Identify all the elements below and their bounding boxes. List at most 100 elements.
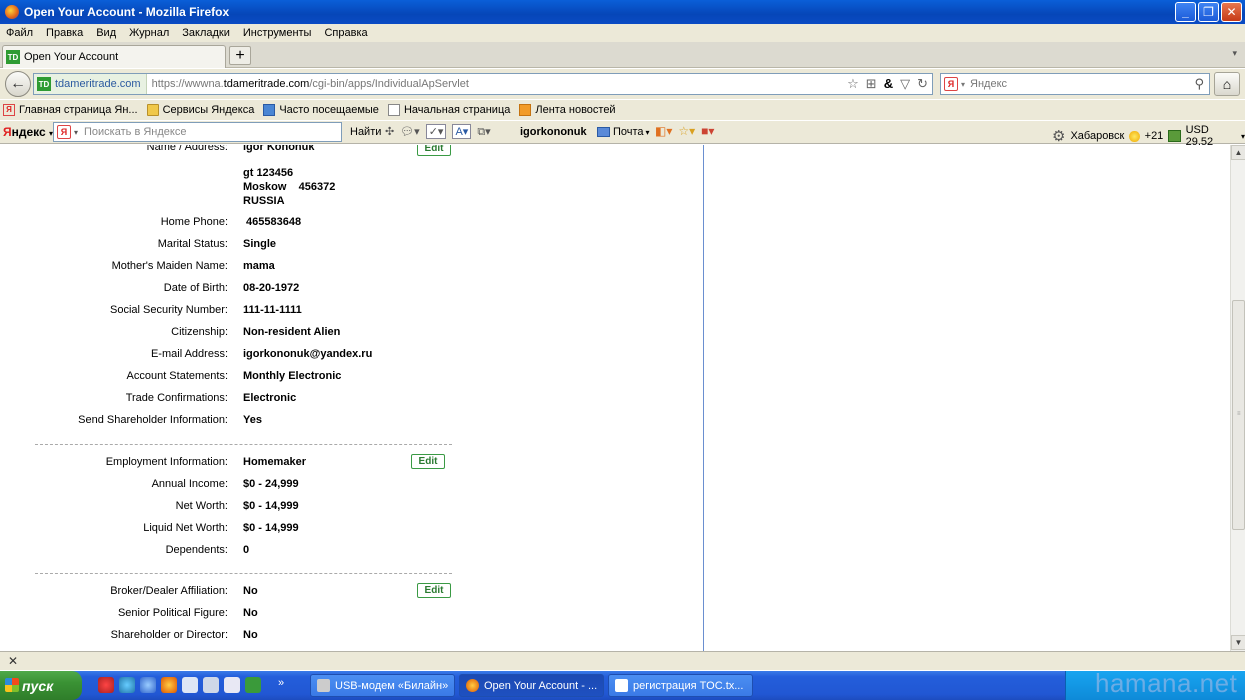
sun-icon [1129,130,1140,142]
search-input[interactable]: Я ▾ Яндекс ⚲ [940,73,1210,95]
form-row: Shareholder or Director: No [110,629,258,641]
tab-label: Open Your Account [24,51,119,63]
puzzle-icon[interactable]: ⧉▾ [477,125,490,139]
find-bar: ✕ [0,651,1245,670]
search-placeholder: Яндекс [970,78,1008,90]
page-content: Name / Address: igor Kononuk Edit gt 1234… [0,145,1230,651]
start-button[interactable]: пуск [0,671,82,700]
task-button[interactable]: Open Your Account - ... [459,674,604,697]
bookmark-item[interactable]: Начальная страница [387,104,510,116]
firefox-icon [466,679,479,692]
form-row: Home Phone: 465583648 [160,216,302,228]
arrows-icon[interactable]: ✣ [385,125,394,138]
dropdown-icon[interactable]: ▽ [900,76,910,92]
edit-personal-button[interactable]: Edit [417,145,451,156]
dropdown-icon[interactable]: ▾ [74,128,78,137]
form-row: Senior Political Figure: No [117,607,258,619]
translate-icon[interactable]: ⊞ [866,76,877,92]
bookmark-item[interactable]: Часто посещаемые [263,104,379,116]
search-engine-dropdown-icon[interactable]: ▾ [961,80,965,89]
yandex-find-button[interactable]: Найти [350,126,381,138]
close-button[interactable]: ✕ [1221,2,1242,22]
scroll-up-icon[interactable]: ▲ [1231,145,1245,160]
bookmark-item[interactable]: Сервисы Яндекса [146,104,254,116]
translate-icon[interactable]: A▾ [452,124,472,139]
back-button[interactable]: ← [5,71,31,97]
new-tab-button[interactable]: + [229,46,251,65]
menu-history[interactable]: Журнал [129,27,169,39]
comment-icon[interactable]: 💬︎▾ [400,125,420,138]
windows-taskbar: пуск » USB-модем «Билайн» Open Your Acco… [0,671,1245,700]
search-icon[interactable]: ⚲ [1194,76,1204,92]
section-divider [35,573,452,574]
rss-icon [519,104,532,116]
yandex-search-input[interactable]: Я ▾ Поискать в Яндексе [53,122,342,142]
save-icon[interactable] [224,677,240,693]
menu-edit[interactable]: Правка [46,27,83,39]
gear-icon[interactable]: ⚙ [1052,127,1065,145]
form-row: gt 123456 [243,167,294,179]
task-list: USB-модем «Билайн» Open Your Account - .… [310,674,753,697]
chevron-right-icon[interactable]: » [278,677,294,693]
td-logo-icon: TD [6,50,20,64]
form-row: RUSSIA [243,195,285,207]
bookmark-item[interactable]: Я Главная страница Ян... [3,104,138,116]
edit-affiliation-button[interactable]: Edit [417,583,451,598]
vertical-scrollbar[interactable]: ▲ ≡ ▼ [1230,145,1245,651]
form-row: Employment Information: Homemaker [105,456,306,468]
url-bar[interactable]: TD tdameritrade.com https://wwwna.tdamer… [33,73,933,95]
home-button[interactable]: ⌂ [1214,72,1240,96]
weather-temp[interactable]: +21 [1145,130,1164,142]
market-icon[interactable]: ■▾ [701,124,714,138]
yandex-icon: Я [3,104,15,116]
menu-bookmarks[interactable]: Закладки [182,27,230,39]
yandex-mail[interactable]: Почта ▾ [597,126,650,138]
skype-icon[interactable] [119,677,135,693]
form-row: Mother's Maiden Name: mama [111,260,275,272]
favorites-icon[interactable]: ☆▾ [678,124,695,138]
form-row: Send Shareholder Information: Yes [78,414,262,426]
site-identity[interactable]: TD tdameritrade.com [34,74,147,94]
bookmark-item[interactable]: Лента новостей [519,104,616,116]
spellcheck-icon[interactable]: ✓▾ [425,124,447,139]
form-row: Net Worth: $0 - 14,999 [175,500,299,512]
bookmarks-bar: Я Главная страница Ян... Сервисы Яндекса … [0,100,1245,120]
scroll-down-icon[interactable]: ▼ [1231,635,1245,650]
yandex-logo[interactable]: Яндекс ▾ [3,125,53,139]
page-icon [387,104,400,116]
task-button[interactable]: регистрация TOC.tx... [608,674,753,697]
tab-open-your-account[interactable]: TD Open Your Account [2,45,226,68]
section-divider [35,444,452,445]
menu-help[interactable]: Справка [324,27,367,39]
weather-city[interactable]: Хабаровск [1070,130,1124,142]
window-titlebar: Open Your Account - Mozilla Firefox _ ❐ … [0,0,1245,24]
tab-list-icon[interactable]: ▾ [1232,48,1237,59]
explorer-icon[interactable] [203,677,219,693]
menu-bar: Файл Правка Вид Журнал Закладки Инструме… [0,24,1245,42]
yandex-search-placeholder: Поискать в Яндексе [84,126,187,138]
desktop-icon[interactable] [182,677,198,693]
form-row: Dependents: 0 [165,544,250,556]
app-icon[interactable] [245,677,261,693]
firefox-icon[interactable] [161,677,177,693]
star-icon[interactable]: ☆ [847,76,859,92]
ampersand-icon[interactable]: & [884,76,893,92]
edit-employment-button[interactable]: Edit [411,454,445,469]
menu-file[interactable]: Файл [6,27,33,39]
firefox-icon [5,5,19,19]
disk-icon[interactable]: ◧▾ [655,124,672,138]
menu-view[interactable]: Вид [96,27,116,39]
menu-tools[interactable]: Инструменты [243,27,312,39]
form-row: Social Security Number: 111-11-1111 [110,304,302,316]
minimize-button[interactable]: _ [1175,2,1196,22]
form-row: Broker/Dealer Affiliation: No [110,585,258,597]
close-findbar-icon[interactable]: ✕ [8,654,18,668]
chrome-icon[interactable] [98,677,114,693]
scrollbar-thumb[interactable]: ≡ [1232,300,1245,530]
tab-bar: TD Open Your Account [0,42,1245,68]
restore-button[interactable]: ❐ [1198,2,1219,22]
reload-icon[interactable]: ↻ [917,76,928,92]
yandex-user[interactable]: igorkononuk [520,126,587,138]
task-button[interactable]: USB-модем «Билайн» [310,674,455,697]
ie-icon[interactable] [140,677,156,693]
